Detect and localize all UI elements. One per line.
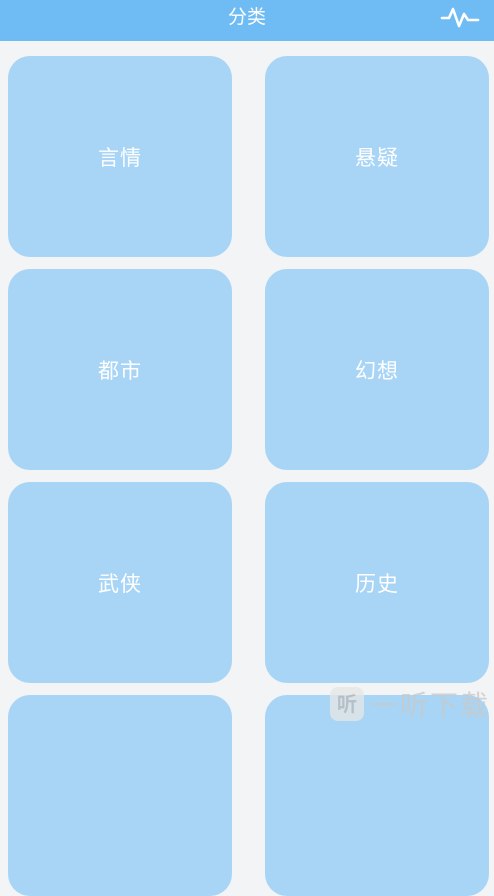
category-label: 悬疑 <box>355 145 399 170</box>
category-tile-history[interactable]: 历史 <box>265 482 489 683</box>
category-label: 言情 <box>98 145 142 170</box>
watermark-text: 一听下载 <box>370 689 491 722</box>
category-tile-romance[interactable]: 言情 <box>8 56 232 257</box>
category-label: 武侠 <box>98 571 142 596</box>
category-tile-suspense[interactable]: 悬疑 <box>265 56 489 257</box>
watermark: 听 一听下载 <box>330 685 490 723</box>
category-tile-urban[interactable]: 都市 <box>8 269 232 470</box>
category-tile-partial-left[interactable] <box>8 695 232 896</box>
category-label: 都市 <box>98 358 142 383</box>
page-title: 分类 <box>227 6 266 28</box>
category-label: 历史 <box>355 571 399 596</box>
watermark-logo-icon: 听 <box>330 687 364 721</box>
top-bar: 分类 <box>0 0 494 41</box>
category-tile-martial-arts[interactable]: 武侠 <box>8 482 232 683</box>
category-label: 幻想 <box>355 358 399 383</box>
category-tile-partial-right[interactable] <box>265 695 489 896</box>
pulse-icon[interactable] <box>440 4 480 30</box>
category-tile-fantasy[interactable]: 幻想 <box>265 269 489 470</box>
